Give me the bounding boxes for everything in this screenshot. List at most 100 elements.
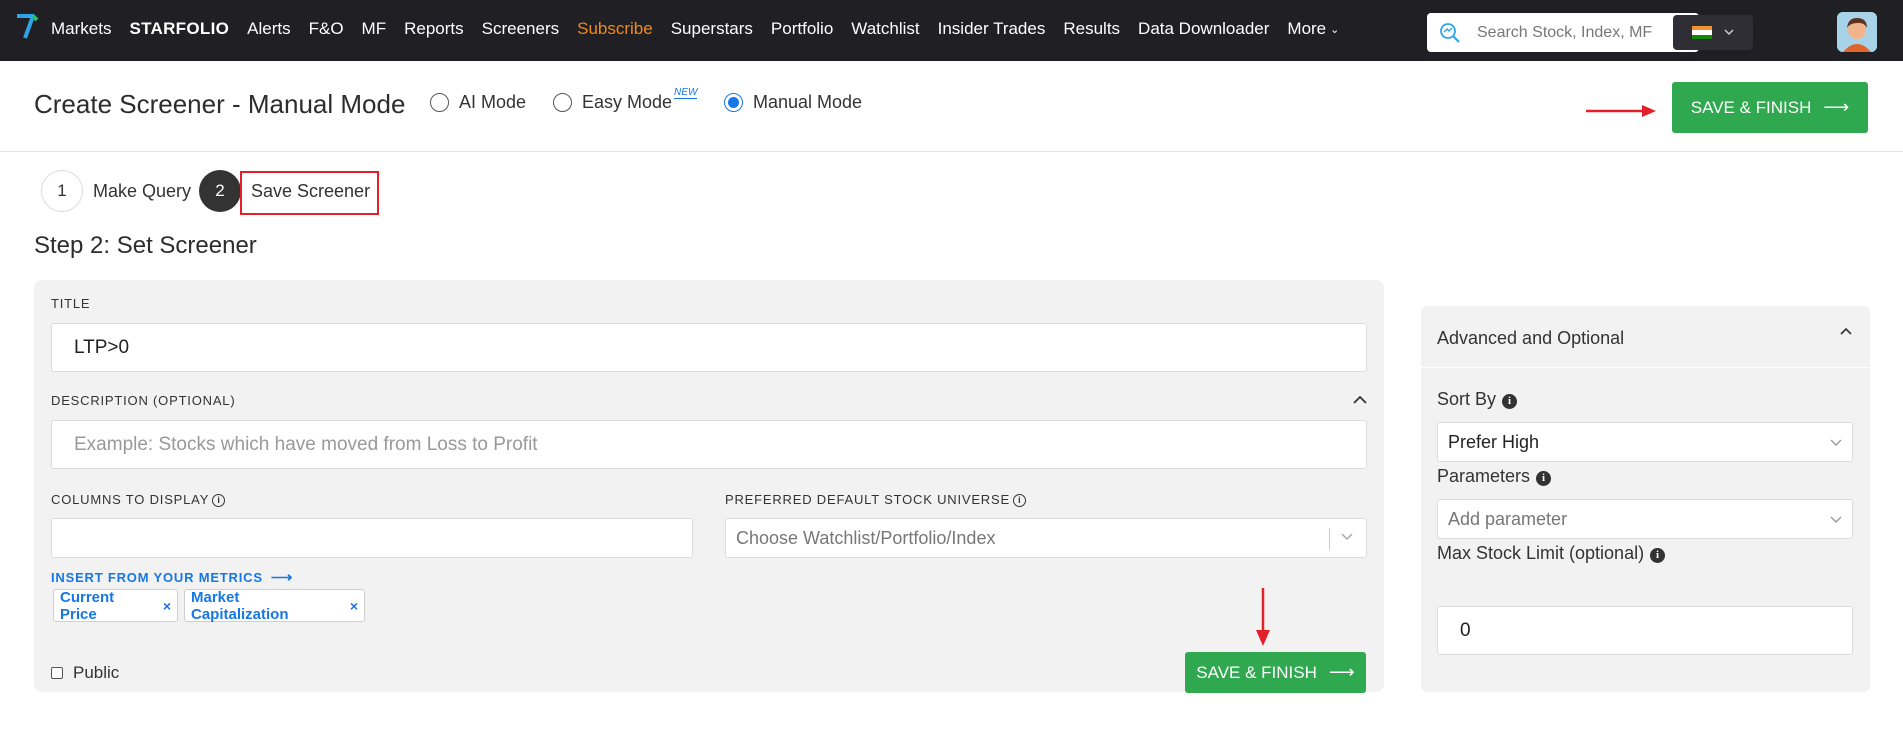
chevron-down-icon: ⌄ <box>1330 24 1340 37</box>
step-heading: Step 2: Set Screener <box>34 232 257 259</box>
step-1-label[interactable]: Make Query <box>93 181 191 202</box>
info-icon[interactable]: i <box>1502 394 1518 409</box>
parameters-placeholder: Add parameter <box>1448 508 1568 529</box>
search-input[interactable] <box>1477 23 1677 42</box>
chevron-down-icon <box>1341 533 1353 541</box>
mode-ai[interactable]: AI Mode <box>430 92 526 113</box>
chevron-up-icon[interactable] <box>1352 395 1368 405</box>
radio-manual-mode[interactable] <box>724 93 743 112</box>
info-icon[interactable]: i <box>212 494 226 507</box>
advanced-options-header[interactable]: Advanced and Optional <box>1421 306 1870 368</box>
chevron-down-icon <box>1724 29 1734 36</box>
nav-item-insider-trades[interactable]: Insider Trades <box>938 19 1046 39</box>
insert-metrics-link[interactable]: INSERT FROM YOUR METRICS ⟶ <box>51 568 293 586</box>
sort-by-value: Prefer High <box>1448 431 1540 452</box>
page-title: Create Screener - Manual Mode <box>34 89 406 119</box>
save-label: SAVE & FINISH <box>1196 662 1317 682</box>
arrow-right-icon: ⟶ <box>270 569 294 586</box>
mode-label: Easy Mode <box>582 92 673 112</box>
annotation-arrow-right-icon <box>1586 105 1656 117</box>
step-1-circle[interactable]: 1 <box>41 170 83 212</box>
search-icon <box>1440 22 1460 43</box>
nav-item-reports[interactable]: Reports <box>404 19 464 39</box>
nav-menu: Markets STARFOLIO Alerts F&O MF Reports … <box>51 0 1357 58</box>
universe-placeholder: Choose Watchlist/Portfolio/Index <box>736 527 996 548</box>
parameters-label: Parameters i <box>1437 466 1552 487</box>
remove-chip-icon[interactable]: × <box>163 598 171 614</box>
page-header: Create Screener - Manual Mode AI Mode Ea… <box>0 61 1903 152</box>
universe-label: PREFERRED DEFAULT STOCK UNIVERSE i <box>725 492 1026 507</box>
mode-manual[interactable]: Manual Mode <box>724 92 862 113</box>
columns-input[interactable] <box>51 518 693 558</box>
insert-metrics-label: INSERT FROM YOUR METRICS <box>51 570 263 585</box>
metric-chip: Current Price × <box>53 588 178 623</box>
nav-item-subscribe[interactable]: Subscribe <box>577 19 653 39</box>
nav-item-portfolio[interactable]: Portfolio <box>771 19 833 39</box>
nav-item-more[interactable]: More ⌄ <box>1287 19 1339 39</box>
chip-label: Market Capitalization <box>191 588 289 623</box>
universe-select[interactable]: Choose Watchlist/Portfolio/Index <box>725 518 1367 558</box>
new-badge: NEW <box>674 87 698 99</box>
title-label: TITLE <box>51 296 91 311</box>
top-navbar: Markets STARFOLIO Alerts F&O MF Reports … <box>0 0 1903 61</box>
chevron-down-icon <box>1830 516 1842 523</box>
title-input[interactable] <box>51 323 1367 372</box>
nav-item-superstars[interactable]: Superstars <box>671 19 753 39</box>
nav-item-starfolio[interactable]: STARFOLIO <box>129 19 229 39</box>
india-flag-icon <box>1692 26 1712 39</box>
advanced-options-title: Advanced and Optional <box>1437 328 1625 348</box>
chip-label: Current Price <box>60 588 115 623</box>
sort-by-text: Sort By <box>1437 389 1497 409</box>
remove-chip-icon[interactable]: × <box>350 598 358 614</box>
nav-item-markets[interactable]: Markets <box>51 19 111 39</box>
description-input[interactable] <box>51 420 1367 469</box>
annotation-highlight-box <box>240 171 379 215</box>
nav-item-results[interactable]: Results <box>1063 19 1120 39</box>
nav-item-mf[interactable]: MF <box>362 19 387 39</box>
step-2-circle[interactable]: 2 <box>199 170 241 212</box>
max-stock-label: Max Stock Limit (optional) i <box>1437 543 1666 564</box>
parameters-text: Parameters <box>1437 466 1531 486</box>
radio-easy-mode[interactable] <box>553 93 572 112</box>
chevron-down-icon <box>1830 439 1842 446</box>
logo-icon[interactable] <box>14 11 40 41</box>
country-selector[interactable] <box>1673 15 1753 50</box>
save-finish-button-bottom[interactable]: SAVE & FINISH ⟶ <box>1185 652 1366 693</box>
max-stock-input[interactable] <box>1437 606 1853 655</box>
sort-by-label: Sort By i <box>1437 389 1518 410</box>
arrow-right-icon: ⟶ <box>1823 97 1850 117</box>
sort-by-select[interactable]: Prefer High <box>1437 422 1853 462</box>
nav-item-screeners[interactable]: Screeners <box>482 19 559 39</box>
columns-label: COLUMNS TO DISPLAY i <box>51 492 226 507</box>
more-label: More <box>1287 19 1327 38</box>
search-box[interactable] <box>1427 13 1699 52</box>
chevron-up-icon[interactable] <box>1839 326 1853 336</box>
metric-chip: Market Capitalization × <box>184 588 365 623</box>
arrow-right-icon: ⟶ <box>1328 662 1355 682</box>
columns-label-text: COLUMNS TO DISPLAY <box>51 492 210 507</box>
nav-item-watchlist[interactable]: Watchlist <box>851 19 919 39</box>
save-finish-button-top[interactable]: SAVE & FINISH ⟶ <box>1672 82 1868 133</box>
nav-item-fno[interactable]: F&O <box>309 19 344 39</box>
advanced-options-panel: Advanced and Optional Sort By i Prefer Hi… <box>1421 306 1870 692</box>
info-icon[interactable]: i <box>1536 471 1552 486</box>
radio-ai-mode[interactable] <box>430 93 449 112</box>
mode-label: AI Mode <box>459 92 527 112</box>
info-icon[interactable]: i <box>1650 548 1666 563</box>
mode-label: Manual Mode <box>753 92 863 112</box>
nav-item-data-downloader[interactable]: Data Downloader <box>1138 19 1269 39</box>
public-label: Public <box>73 663 120 682</box>
screener-form-panel: TITLE DESCRIPTION (OPTIONAL) COLUMNS TO … <box>34 280 1384 693</box>
info-icon[interactable]: i <box>1012 494 1026 507</box>
save-label: SAVE & FINISH <box>1690 97 1812 117</box>
universe-label-text: PREFERRED DEFAULT STOCK UNIVERSE <box>725 492 1010 507</box>
select-separator <box>1329 528 1330 550</box>
public-checkbox[interactable] <box>51 667 63 679</box>
annotation-arrow-down-icon <box>1256 588 1270 646</box>
max-stock-text: Max Stock Limit (optional) <box>1437 543 1645 563</box>
parameters-select[interactable]: Add parameter <box>1437 499 1853 539</box>
public-option[interactable]: Public <box>51 663 119 683</box>
user-avatar[interactable] <box>1837 12 1877 52</box>
nav-item-alerts[interactable]: Alerts <box>247 19 290 39</box>
mode-easy[interactable]: Easy Mode NEW <box>553 88 698 113</box>
